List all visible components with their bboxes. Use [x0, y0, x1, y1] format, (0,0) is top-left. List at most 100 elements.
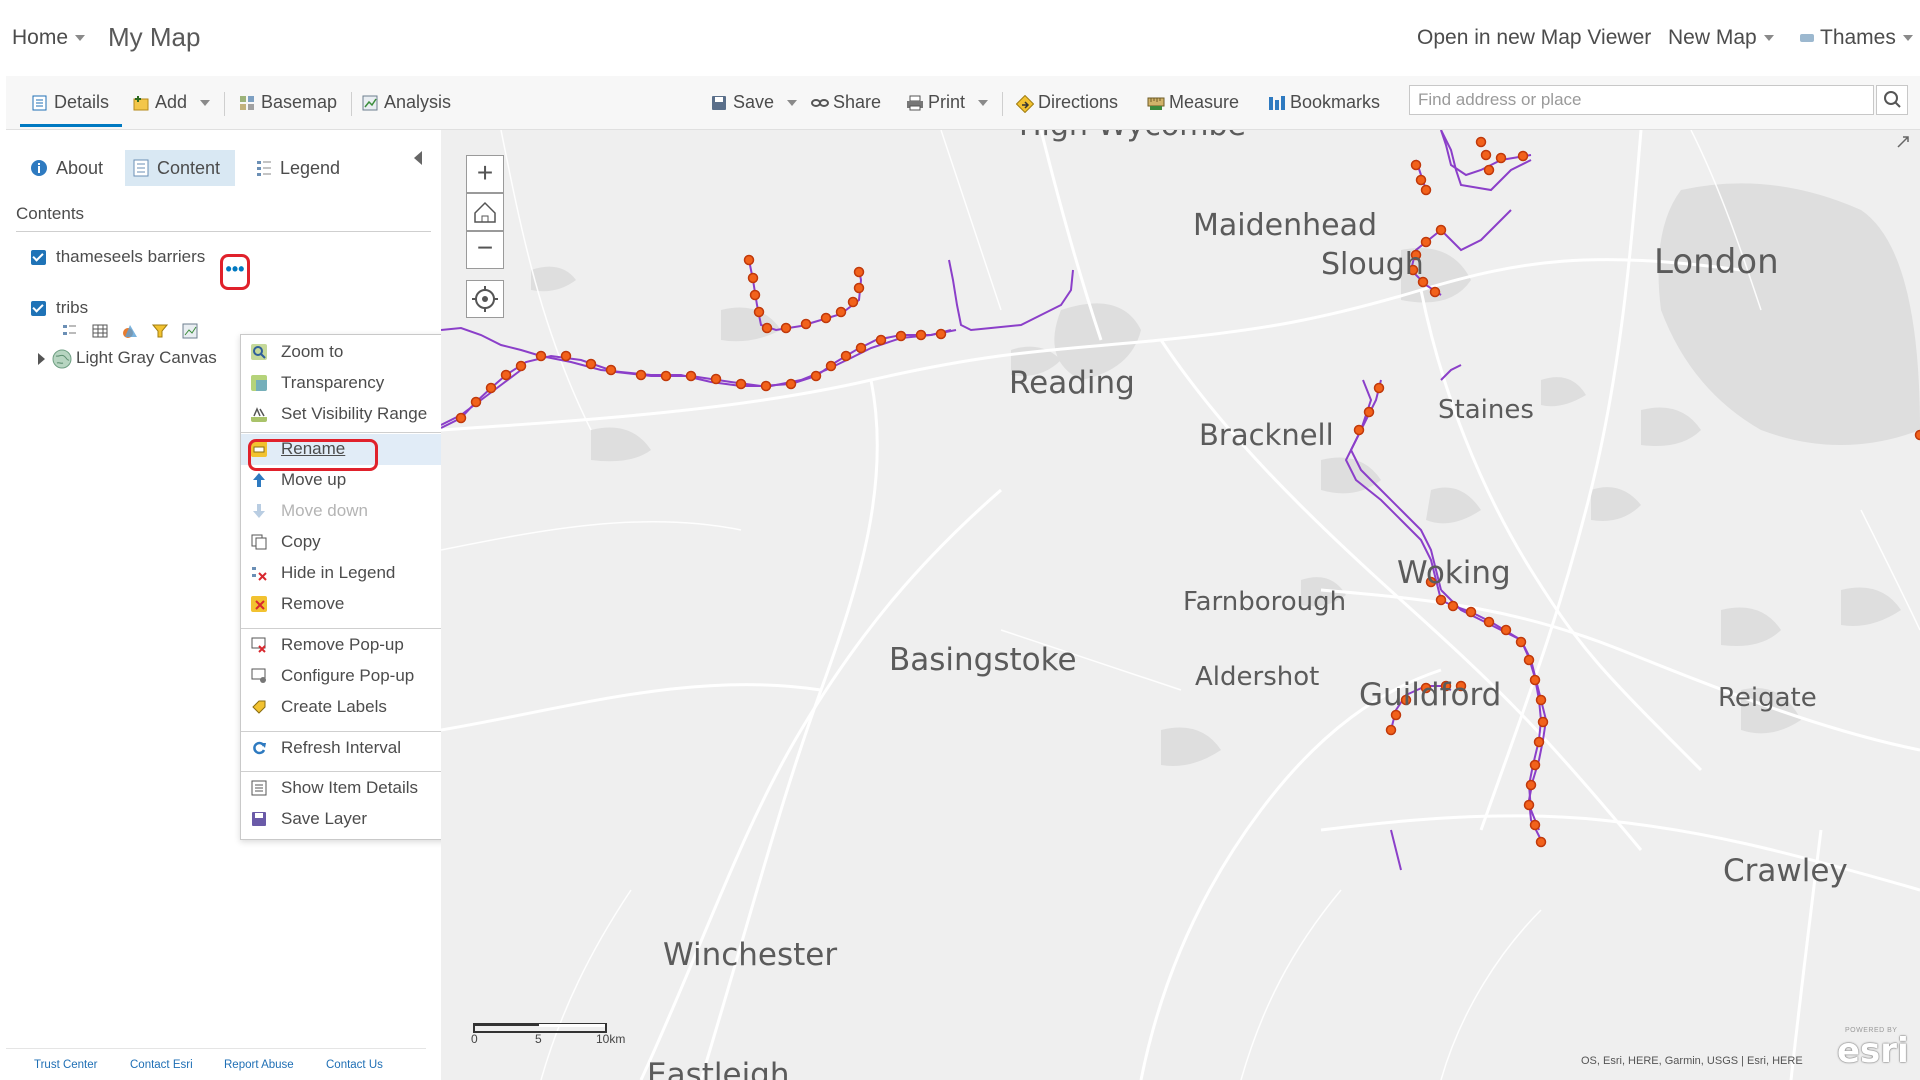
barrier-point[interactable]	[853, 282, 865, 294]
table-icon[interactable]	[92, 323, 108, 339]
barrier-point[interactable]	[605, 364, 617, 376]
zoom-out-button[interactable]: −	[466, 231, 504, 269]
contact-us-link[interactable]: Contact Us	[326, 1059, 383, 1071]
barrier-point[interactable]	[1363, 406, 1375, 418]
barrier-point[interactable]	[1465, 606, 1477, 618]
menu-transparency[interactable]: Transparency	[241, 368, 453, 399]
barrier-point[interactable]	[935, 328, 947, 340]
collapse-panel-icon[interactable]	[414, 151, 422, 165]
barrier-point[interactable]	[470, 396, 482, 408]
tab-content[interactable]: Content	[125, 150, 235, 186]
new-map-menu[interactable]: New Map	[1668, 26, 1774, 50]
barrier-point[interactable]	[760, 380, 772, 392]
barrier-point[interactable]	[800, 318, 812, 330]
barrier-point[interactable]	[1420, 236, 1432, 248]
barrier-point[interactable]	[1429, 286, 1441, 298]
menu-remove[interactable]: Remove	[241, 589, 453, 620]
report-abuse-link[interactable]: Report Abuse	[224, 1059, 294, 1071]
tab-about[interactable]: About	[22, 150, 118, 186]
barrier-point[interactable]	[1500, 624, 1512, 636]
barrier-point[interactable]	[1483, 616, 1495, 628]
menu-show-item-details[interactable]: Show Item Details	[241, 773, 453, 804]
barrier-point[interactable]	[1515, 636, 1527, 648]
barrier-point[interactable]	[1495, 152, 1507, 164]
more-options-button[interactable]: •••	[220, 254, 250, 290]
barrier-point[interactable]	[875, 334, 887, 346]
barrier-point[interactable]	[1529, 819, 1541, 831]
menu-zoom-to[interactable]: Zoom to	[241, 337, 453, 368]
basemap-button[interactable]: Basemap	[239, 92, 337, 113]
search-button[interactable]	[1876, 85, 1908, 115]
barrier-point[interactable]	[747, 272, 759, 284]
layer-name[interactable]: thameseels barriers	[56, 247, 205, 267]
barrier-point[interactable]	[535, 350, 547, 362]
barrier-point[interactable]	[855, 342, 867, 354]
menu-create-labels[interactable]: Create Labels	[241, 692, 453, 723]
analysis-button[interactable]: Analysis	[362, 92, 451, 113]
menu-remove-popup[interactable]: Remove Pop-up	[241, 630, 453, 661]
barrier-point[interactable]	[1435, 594, 1447, 606]
zoom-in-button[interactable]: +	[466, 155, 504, 193]
barrier-point[interactable]	[685, 370, 697, 382]
open-new-map-viewer-link[interactable]: Open in new Map Viewer	[1417, 26, 1651, 50]
menu-save-layer[interactable]: Save Layer	[241, 804, 453, 835]
save-button[interactable]: Save	[711, 92, 798, 113]
barrier-point[interactable]	[1435, 224, 1447, 236]
tab-legend[interactable]: Legend	[248, 150, 358, 186]
user-menu[interactable]: Thames	[1800, 26, 1913, 50]
barrier-point[interactable]	[660, 370, 672, 382]
layer-visibility-checkbox[interactable]	[31, 301, 46, 316]
barrier-point[interactable]	[853, 266, 865, 278]
barrier-point[interactable]	[560, 350, 572, 362]
barrier-point[interactable]	[1420, 184, 1432, 196]
barrier-point[interactable]	[1517, 150, 1529, 162]
barrier-point[interactable]	[1529, 674, 1541, 686]
barrier-point[interactable]	[1537, 716, 1549, 728]
add-button[interactable]: Add	[133, 92, 211, 113]
filter-icon[interactable]	[152, 323, 168, 339]
basemap-layer-name[interactable]: Light Gray Canvas	[76, 348, 217, 368]
barrier-point[interactable]	[1385, 724, 1397, 736]
barrier-point[interactable]	[1914, 429, 1920, 441]
barrier-point[interactable]	[1533, 736, 1545, 748]
barrier-point[interactable]	[1535, 836, 1547, 848]
trust-center-link[interactable]: Trust Center	[34, 1059, 97, 1071]
barrier-point[interactable]	[735, 378, 747, 390]
barrier-point[interactable]	[825, 360, 837, 372]
measure-button[interactable]: Measure	[1147, 92, 1239, 113]
barrier-point[interactable]	[847, 296, 859, 308]
barrier-point[interactable]	[1483, 164, 1495, 176]
barrier-point[interactable]	[1415, 174, 1427, 186]
share-button[interactable]: Share	[811, 92, 881, 113]
search-input[interactable]	[1409, 85, 1874, 115]
barrier-point[interactable]	[785, 378, 797, 390]
expand-map-icon[interactable]	[1896, 135, 1910, 149]
barrier-point[interactable]	[1353, 424, 1365, 436]
barrier-point[interactable]	[915, 329, 927, 341]
menu-refresh-interval[interactable]: Refresh Interval	[241, 733, 453, 764]
barrier-point[interactable]	[635, 369, 647, 381]
menu-configure-popup[interactable]: Configure Pop-up	[241, 661, 453, 692]
analysis-icon[interactable]	[182, 323, 198, 339]
barrier-point[interactable]	[743, 254, 755, 266]
barrier-point[interactable]	[515, 360, 527, 372]
menu-set-visibility-range[interactable]: Set Visibility Range	[241, 399, 453, 430]
barrier-point[interactable]	[820, 312, 832, 324]
menu-copy[interactable]: Copy	[241, 527, 453, 558]
barrier-point[interactable]	[761, 322, 773, 334]
menu-hide-in-legend[interactable]: Hide in Legend	[241, 558, 453, 589]
barrier-point[interactable]	[710, 373, 722, 385]
show-legend-icon[interactable]	[62, 323, 78, 339]
barrier-point[interactable]	[1525, 779, 1537, 791]
barrier-point[interactable]	[895, 330, 907, 342]
barrier-point[interactable]	[1480, 149, 1492, 161]
barrier-point[interactable]	[1523, 799, 1535, 811]
contact-esri-link[interactable]: Contact Esri	[130, 1059, 193, 1071]
barrier-point[interactable]	[1523, 654, 1535, 666]
barrier-point[interactable]	[1535, 694, 1547, 706]
print-button[interactable]: Print	[906, 92, 989, 113]
directions-button[interactable]: Directions	[1015, 92, 1118, 113]
barrier-point[interactable]	[1529, 759, 1541, 771]
barrier-point[interactable]	[840, 350, 852, 362]
bookmarks-button[interactable]: Bookmarks	[1268, 92, 1380, 113]
